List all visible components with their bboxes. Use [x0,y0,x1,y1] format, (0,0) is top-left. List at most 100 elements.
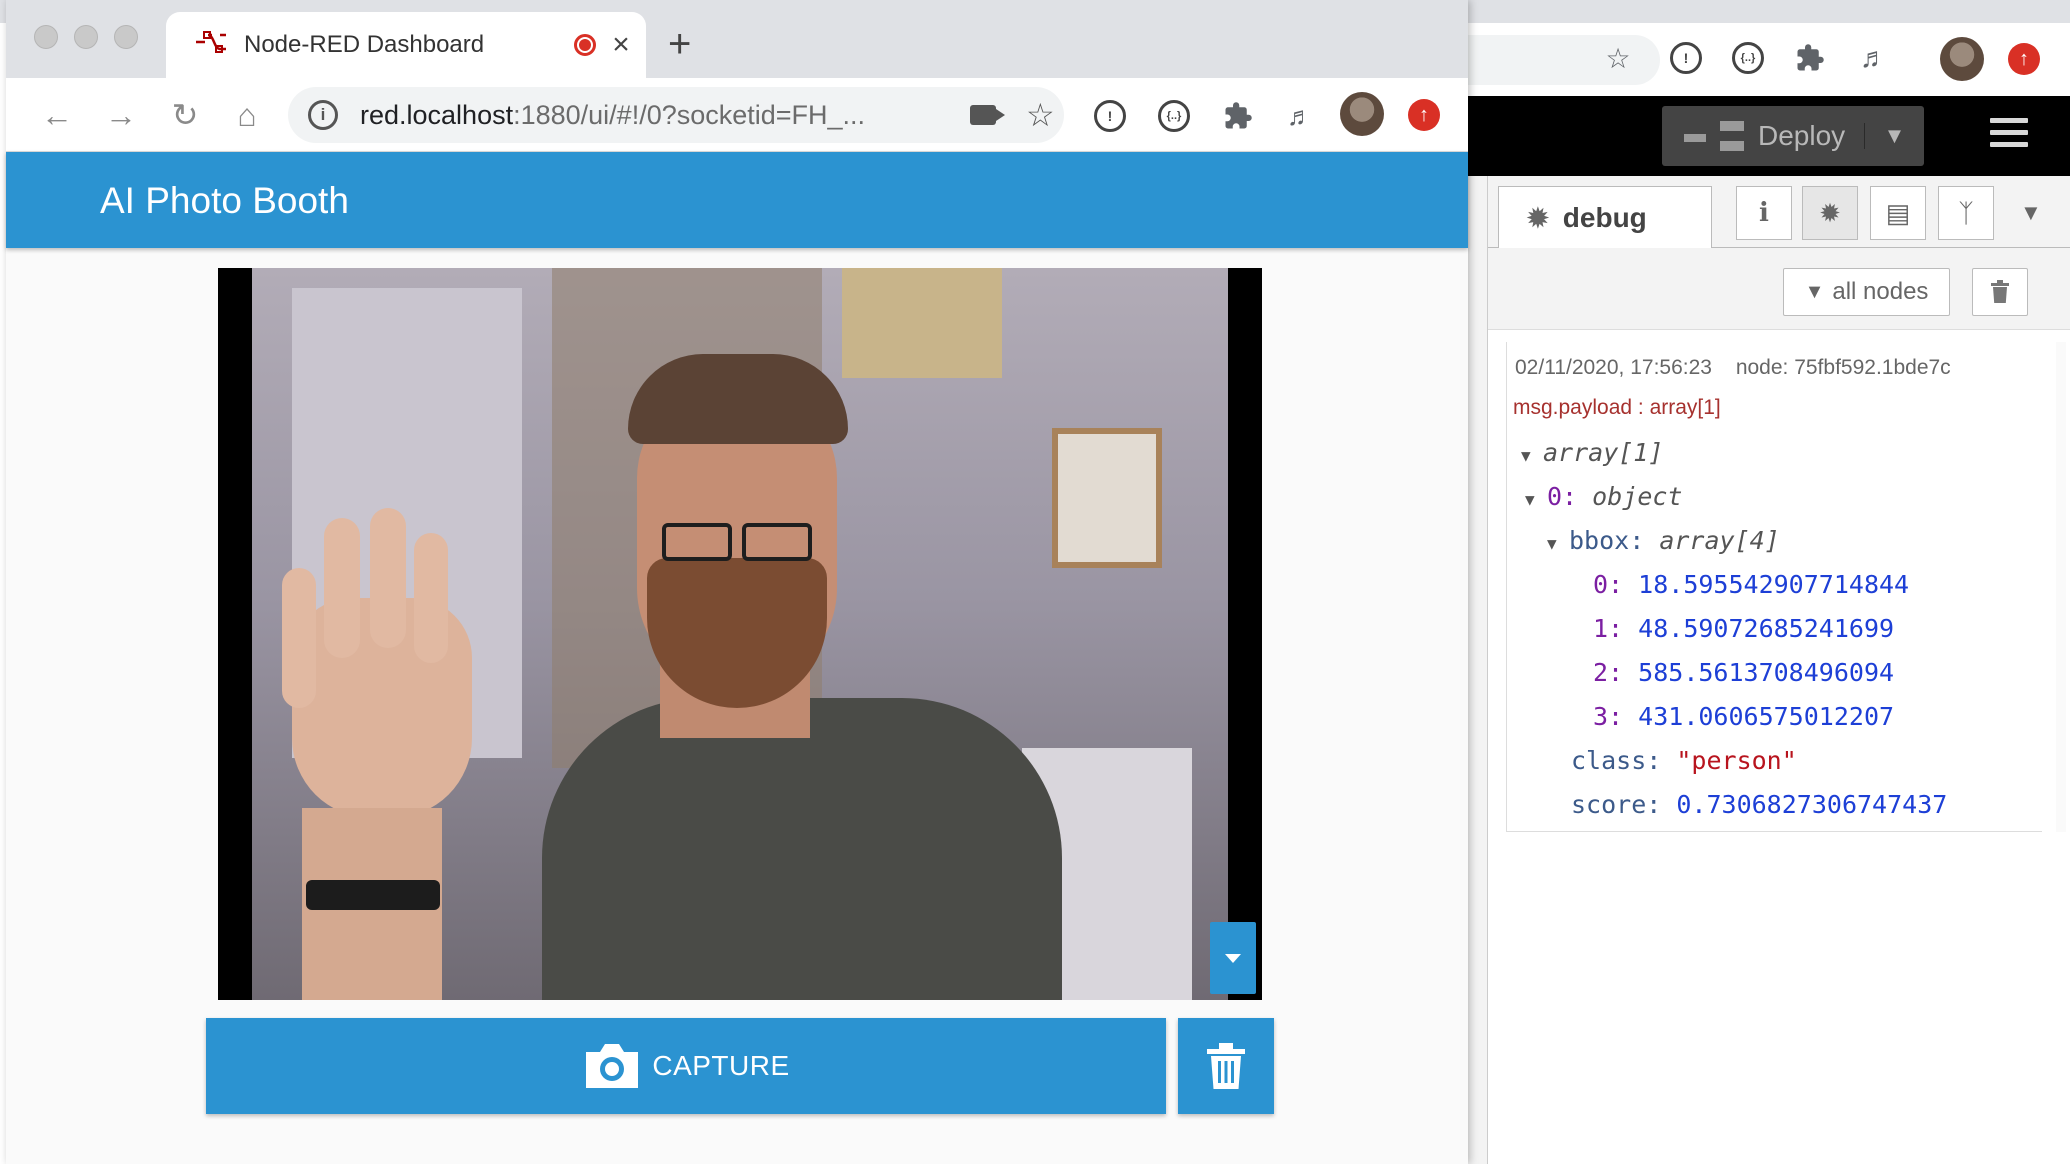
clear-debug-button[interactable] [1972,268,2028,316]
url-host: red.localhost [360,99,514,130]
deploy-menu-caret-icon[interactable]: ▼ [1864,123,1924,149]
deploy-icon [1684,121,1744,151]
message-topic: msg.payload : array[1] [1513,396,1721,419]
bbox-index: 1: [1593,614,1624,643]
item-key: 0: [1547,482,1578,511]
camera-select-dropdown[interactable] [1210,922,1256,994]
info-tab-icon[interactable]: i [1736,186,1792,240]
url-text[interactable]: red.localhost:1880/ui/#!/0?socketid=FH_.… [360,100,940,131]
delete-button[interactable] [1178,1018,1274,1114]
deploy-button[interactable]: Deploy ▼ [1662,106,1924,166]
class-value: "person" [1676,746,1797,775]
password-manager-icon[interactable]: ! [1090,96,1130,136]
sidebar-tabs: ✹ debug i ✹ ▤ ᛉ ▼ [1488,176,2070,249]
score-value: 0.7306827306747437 [1676,790,1948,819]
tab-debug[interactable]: ✹ debug [1498,186,1712,249]
new-tab-button[interactable]: + [668,22,691,67]
book-tab-icon[interactable]: ▤ [1870,186,1926,240]
minimize-window-button[interactable] [74,25,98,49]
tab-debug-label: debug [1562,202,1647,233]
browser-tab[interactable]: Node-RED Dashboard × [166,12,646,78]
filter-all-nodes-button[interactable]: ▼ all nodes [1783,268,1950,316]
zoom-window-button[interactable] [114,25,138,49]
tree-root[interactable]: ▼ array[1] [1521,438,1663,467]
bbox-value-row: 3: 431.0606575012207 [1593,702,1894,731]
address-bar[interactable]: i red.localhost:1880/ui/#!/0?socketid=FH… [288,87,1064,143]
recording-indicator-icon [574,34,596,56]
filter-icon: ▼ [1804,280,1825,303]
bug-icon: ✹ [1527,202,1549,233]
tree-item-0[interactable]: ▼ 0: object [1525,482,1682,511]
trash-icon [1207,1043,1245,1089]
extensions-icon[interactable] [1792,40,1828,76]
page-title: AI Photo Booth [100,180,349,221]
update-icon[interactable]: ↑ [2008,43,2040,75]
profile-avatar[interactable] [1940,37,1984,81]
bbox-value: 18.595542907714844 [1638,570,1910,599]
score-row: score: 0.7306827306747437 [1571,790,1947,819]
expand-toggle-icon[interactable]: ▼ [1525,490,1547,509]
media-icon[interactable]: ♬ [1856,40,1892,76]
branch-tab-icon[interactable]: ᛉ [1938,186,1994,240]
webcam-preview [218,268,1262,1000]
bug-tab-icon[interactable]: ✹ [1802,186,1858,240]
deploy-label: Deploy [1758,120,1846,151]
bbox-value: 48.59072685241699 [1638,614,1895,643]
close-tab-icon[interactable]: × [596,28,646,62]
bbox-index: 0: [1593,570,1624,599]
sidebar-more-caret-icon[interactable]: ▼ [2020,200,2042,226]
back-icon[interactable]: ← [32,90,82,140]
expand-toggle-icon[interactable]: ▼ [1521,446,1543,465]
camera-icon [582,1042,642,1090]
media-icon[interactable]: ♬ [1280,96,1320,136]
close-window-button[interactable] [34,25,58,49]
class-key: class: [1571,746,1662,775]
password-manager-icon[interactable]: ! [1668,40,1704,76]
site-info-icon[interactable]: i [308,100,338,130]
bbox-type: array[4] [1659,526,1780,555]
dashboard-browser-window: Node-RED Dashboard × + ← → ↻ ⌂ i red.loc… [6,0,1468,1164]
update-icon[interactable]: ↑ [1408,99,1440,131]
tree-bbox[interactable]: ▼ bbox: array[4] [1547,526,1780,555]
item-type: object [1592,482,1683,511]
bbox-value: 585.5613708496094 [1638,658,1895,687]
sidebar-scrollbar[interactable] [2056,342,2066,832]
webcam-video-frame [252,268,1228,1000]
bbox-index: 3: [1593,702,1624,731]
forward-icon[interactable]: → [96,90,146,140]
profile-avatar[interactable] [1340,92,1384,136]
trash-icon [1991,280,2009,303]
workspace-edge [1468,176,1488,1164]
bbox-key: bbox: [1569,526,1645,555]
reload-icon[interactable]: ↻ [160,90,210,140]
node-red-favicon-icon [194,31,228,59]
bbox-value-row: 1: 48.59072685241699 [1593,614,1894,643]
dashboard-header: AI Photo Booth [6,152,1468,248]
tab-title: Node-RED Dashboard [244,31,485,58]
main-menu-icon[interactable] [1990,118,2028,152]
json-extension-icon[interactable]: {..} [1730,40,1766,76]
bbox-value-row: 0: 18.595542907714844 [1593,570,1909,599]
message-meta: 02/11/2020, 17:56:23 node: 75fbf592.1bde… [1515,356,1951,380]
filter-label: all nodes [1832,278,1929,305]
bbox-value: 431.0606575012207 [1638,702,1895,731]
score-key: score: [1571,790,1662,819]
bookmark-star-icon[interactable]: ☆ [1026,96,1055,134]
debug-sidebar: ✹ debug i ✹ ▤ ᛉ ▼ ▼ all nodes 02/11/2020… [1488,176,2070,1164]
extensions-icon[interactable] [1218,96,1258,136]
message-timestamp: 02/11/2020, 17:56:23 [1515,356,1712,379]
expand-toggle-icon[interactable]: ▼ [1547,534,1569,553]
class-row: class: "person" [1571,746,1797,775]
bbox-index: 2: [1593,658,1624,687]
debug-toolbar: ▼ all nodes [1488,248,2070,330]
json-extension-icon[interactable]: {..} [1154,96,1194,136]
root-type: array[1] [1543,438,1664,467]
url-path: :1880/ui/#!/0?socketid=FH_... [513,99,866,130]
capture-button[interactable]: CAPTURE [206,1018,1166,1114]
camera-in-use-icon[interactable] [970,105,1005,125]
bbox-value-row: 2: 585.5613708496094 [1593,658,1894,687]
home-icon[interactable]: ⌂ [222,90,272,140]
star-icon[interactable]: ☆ [1600,40,1636,76]
tabstrip: Node-RED Dashboard × + [6,0,1468,78]
message-node-id[interactable]: node: 75fbf592.1bde7c [1736,356,1951,379]
